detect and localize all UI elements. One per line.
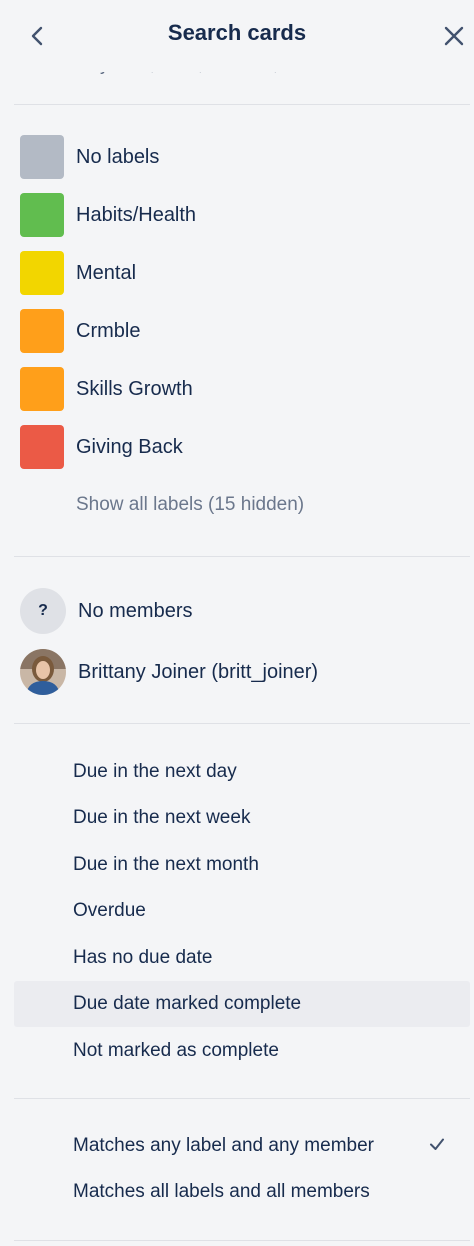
match-option-any[interactable]: Matches any label and any member <box>14 1123 470 1169</box>
checkmark-icon <box>430 1138 444 1150</box>
member-name: No members <box>78 599 193 622</box>
avatar-placeholder: ? <box>20 588 66 634</box>
label-option-skills-growth[interactable]: Skills Growth <box>20 366 193 412</box>
label-option-giving-back[interactable]: Giving Back <box>20 424 183 470</box>
divider <box>14 1098 470 1099</box>
close-button[interactable] <box>436 18 472 54</box>
divider <box>14 556 470 557</box>
label-option-mental[interactable]: Mental <box>20 250 136 296</box>
label-option-crmble[interactable]: Crmble <box>20 308 140 354</box>
label-name: No labels <box>76 145 160 168</box>
avatar <box>20 649 66 695</box>
label-swatch <box>20 193 64 237</box>
member-option-brittany-joiner[interactable]: Brittany Joiner (britt_joiner) <box>20 648 318 696</box>
label-name: Crmble <box>76 319 141 342</box>
due-option-no-due-date[interactable]: Has no due date <box>14 935 470 981</box>
label-option-no-labels[interactable]: No labels <box>20 134 159 180</box>
label-name: Giving Back <box>76 435 183 458</box>
due-option-next-day[interactable]: Due in the next day <box>14 749 470 795</box>
due-option-next-week[interactable]: Due in the next week <box>14 795 470 841</box>
due-option-next-month[interactable]: Due in the next month <box>14 842 470 888</box>
match-option-all[interactable]: Matches all labels and all members <box>14 1169 470 1215</box>
option-label: Not marked as complete <box>73 1040 279 1061</box>
label-swatch <box>20 135 64 179</box>
label-swatch <box>20 251 64 295</box>
divider <box>14 104 470 105</box>
search-cards-panel: Search by term, label, member, or due ti… <box>0 0 474 1246</box>
label-name: Habits/Health <box>76 203 197 226</box>
due-option-not-complete[interactable]: Not marked as complete <box>14 1028 470 1074</box>
option-label: Due date marked complete <box>73 993 302 1014</box>
option-label: Due in the next week <box>73 807 251 828</box>
option-label: Due in the next day <box>73 761 237 782</box>
option-label: Matches all labels and all members <box>73 1181 370 1202</box>
label-swatch <box>20 425 64 469</box>
option-label: Has no due date <box>73 947 213 968</box>
label-swatch <box>20 309 64 353</box>
avatar-image <box>20 649 66 695</box>
divider <box>14 1240 470 1241</box>
page-title: Search cards <box>167 20 307 45</box>
option-label: Overdue <box>73 900 146 921</box>
show-all-labels-link[interactable]: Show all labels (15 hidden) <box>76 494 304 516</box>
divider <box>14 723 470 724</box>
due-option-marked-complete[interactable]: Due date marked complete <box>14 981 470 1027</box>
label-swatch <box>20 367 64 411</box>
member-name: Brittany Joiner (britt_joiner) <box>78 660 319 683</box>
member-option-no-members[interactable]: ? No members <box>20 587 192 635</box>
label-option-habits-health[interactable]: Habits/Health <box>20 192 196 238</box>
option-label: Due in the next month <box>73 854 259 875</box>
panel-header: Search cards <box>0 0 474 72</box>
close-icon <box>444 26 464 46</box>
label-name: Skills Growth <box>76 377 193 400</box>
due-option-overdue[interactable]: Overdue <box>14 888 470 934</box>
label-name: Mental <box>76 261 137 284</box>
option-label: Matches any label and any member <box>73 1135 374 1156</box>
